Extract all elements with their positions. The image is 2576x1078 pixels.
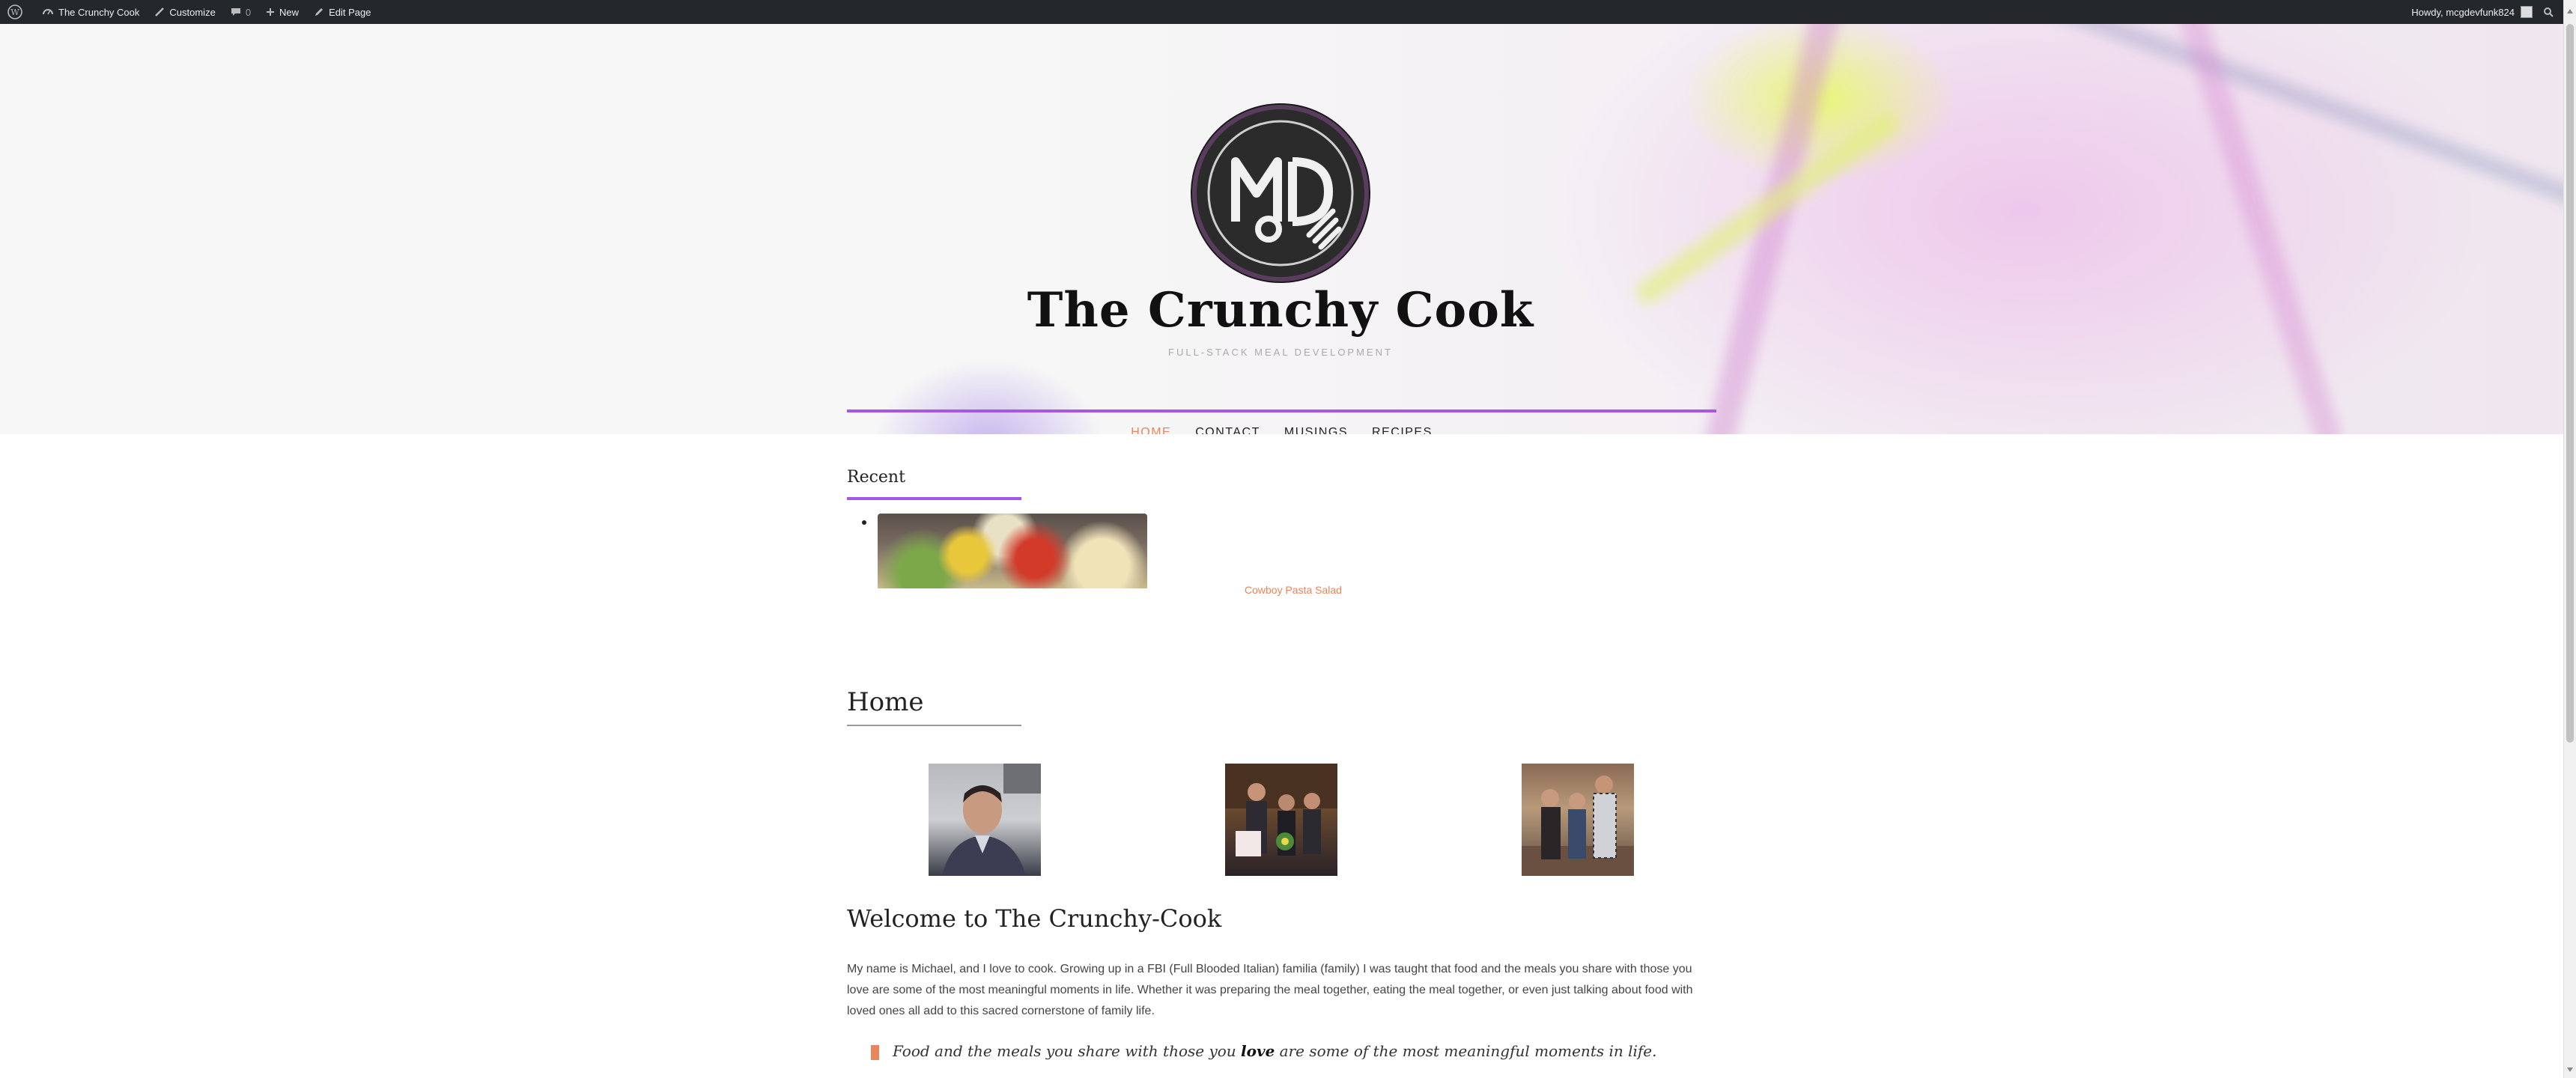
- intro-paragraph: My name is Michael, and I love to cook. …: [847, 963, 1693, 1017]
- site-name-label: The Crunchy Cook: [58, 6, 140, 18]
- quote-text-start: Food and the meals you share with those …: [893, 1042, 1242, 1060]
- comments-link[interactable]: 0: [223, 0, 258, 24]
- svg-text:W: W: [10, 7, 19, 17]
- family-group-image: [1225, 764, 1337, 856]
- page-title-underline: [847, 725, 1021, 726]
- avatar: [2521, 6, 2533, 18]
- nav-item-home[interactable]: HOME: [1131, 426, 1171, 434]
- edit-page-label: Edit Page: [329, 6, 371, 18]
- recent-widget-title: Recent: [847, 468, 905, 487]
- my-account-link[interactable]: Howdy, mcgdevfunk824: [2404, 0, 2536, 24]
- logo-emblem-icon: [1207, 120, 1354, 267]
- pencil-icon: [315, 8, 323, 16]
- nav-divider: [847, 409, 1716, 412]
- scroll-down-arrow-icon[interactable]: [2567, 1068, 2573, 1072]
- wordpress-logo-button[interactable]: W: [0, 0, 34, 24]
- primary-nav: HOME CONTACT MUSINGS RECIPES: [847, 426, 1716, 434]
- site-logo[interactable]: [1192, 105, 1369, 281]
- admin-bar: W The Crunchy Cook Customize 0 New Edit …: [0, 0, 2576, 24]
- comments-count: 0: [245, 6, 252, 18]
- customize-label: Customize: [169, 6, 216, 18]
- gallery-photo-group[interactable]: [1225, 764, 1337, 876]
- new-content-link[interactable]: New: [258, 0, 306, 24]
- plus-icon: [267, 8, 275, 16]
- quote-text-end: are some of the most meaningful moments …: [1275, 1042, 1657, 1060]
- nav-item-musings[interactable]: MUSINGS: [1284, 426, 1348, 434]
- page-title: Home: [847, 687, 924, 717]
- search-icon: [2544, 7, 2554, 17]
- page-scrollbar[interactable]: [2563, 0, 2576, 1078]
- site-title[interactable]: The Crunchy Cook: [749, 282, 1812, 338]
- site-tagline: FULL-STACK MEAL DEVELOPMENT: [1168, 347, 1393, 358]
- wordpress-icon: W: [7, 4, 22, 19]
- nav-item-contact[interactable]: CONTACT: [1195, 426, 1260, 434]
- paintbrush-icon: [155, 7, 165, 16]
- new-label: New: [279, 6, 300, 18]
- dashboard-icon: [43, 9, 53, 15]
- edit-page-link[interactable]: Edit Page: [306, 0, 378, 24]
- customize-link[interactable]: Customize: [147, 0, 222, 24]
- quote-emphasis: love: [1241, 1042, 1275, 1060]
- comment-icon: [231, 8, 240, 16]
- recent-post-link[interactable]: Cowboy Pasta Salad: [1245, 584, 1342, 596]
- gallery-photo-portrait[interactable]: [929, 764, 1041, 876]
- recent-post-thumbnail[interactable]: [878, 514, 1147, 588]
- site-name-link[interactable]: The Crunchy Cook: [34, 0, 147, 24]
- pull-quote: Food and the meals you share with those …: [893, 1042, 1657, 1060]
- recent-title-underline: [847, 497, 1021, 500]
- scroll-up-arrow-icon[interactable]: [2567, 9, 2573, 13]
- site-header: The Crunchy Cook FULL-STACK MEAL DEVELOP…: [0, 24, 2563, 434]
- gallery-photo-friends[interactable]: [1522, 764, 1634, 876]
- list-bullet: [862, 520, 866, 525]
- scrollbar-thumb[interactable]: [2566, 24, 2574, 743]
- nav-item-recipes[interactable]: RECIPES: [1372, 426, 1433, 434]
- welcome-heading: Welcome to The Crunchy-Cook: [847, 904, 1222, 933]
- friends-group-image: [1522, 776, 1634, 876]
- person-portrait-image: [942, 764, 1041, 876]
- howdy-label: Howdy, mcgdevfunk824: [2411, 6, 2515, 18]
- blockquote-marker: [871, 1045, 879, 1060]
